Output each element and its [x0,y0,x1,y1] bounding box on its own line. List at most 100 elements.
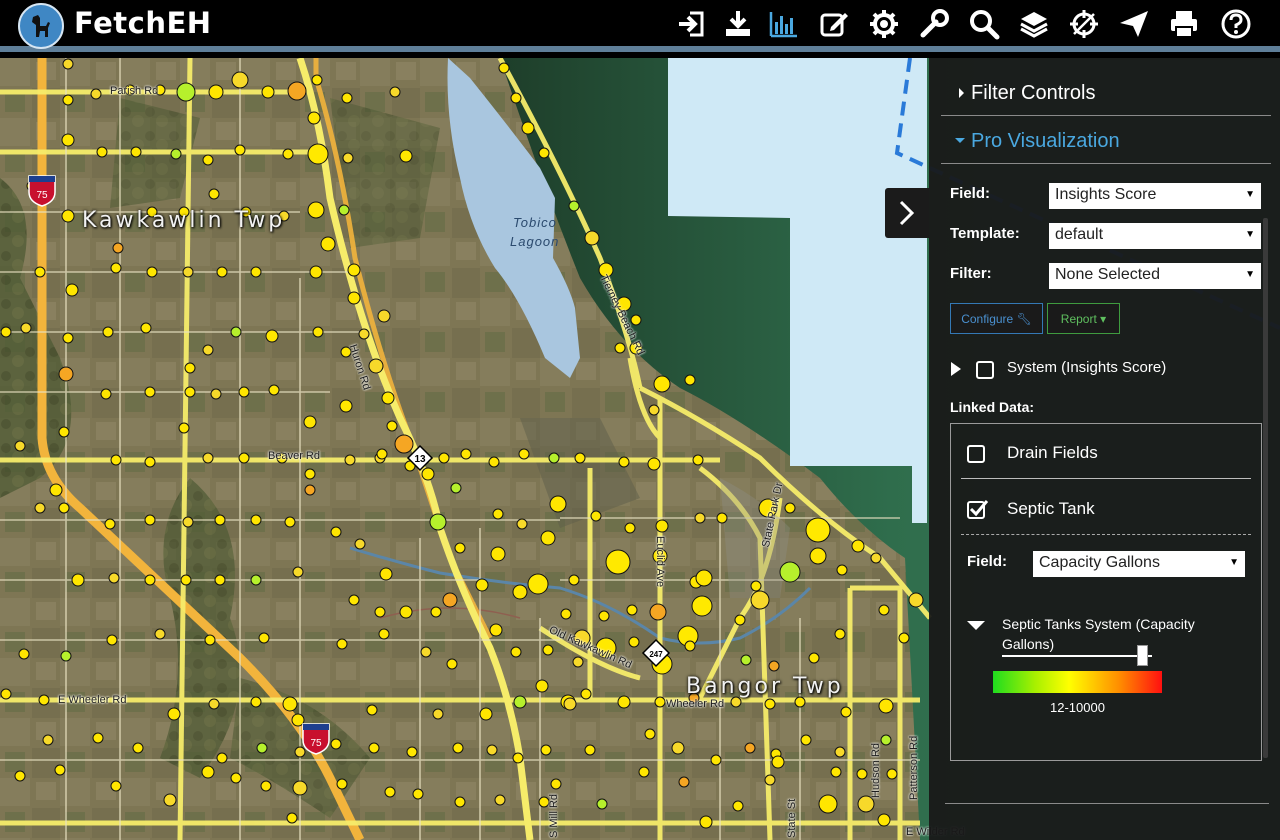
septic-tank-marker[interactable] [691,595,713,617]
septic-tank-marker[interactable] [857,795,875,813]
septic-tank-marker[interactable] [655,519,669,533]
linked-field-select[interactable]: Capacity Gallons ▼ [1033,551,1245,577]
septic-tank-marker[interactable] [549,495,567,513]
septic-tank-marker[interactable] [678,776,690,788]
septic-tank-marker[interactable] [374,606,386,618]
septic-tank-marker[interactable] [563,697,577,711]
septic-tank-marker[interactable] [202,154,214,166]
septic-tank-marker[interactable] [548,452,560,464]
septic-tank-marker[interactable] [182,516,194,528]
septic-tank-marker[interactable] [432,708,444,720]
septic-tank-marker[interactable] [454,542,466,554]
septic-tank-marker[interactable] [210,388,222,400]
septic-tank-marker[interactable] [292,566,304,578]
septic-tank-marker[interactable] [61,133,75,147]
septic-tank-marker[interactable] [62,94,74,106]
septic-tank-marker[interactable] [878,698,894,714]
opacity-slider-track[interactable] [1002,655,1152,657]
septic-tank-marker[interactable] [653,375,671,393]
septic-tank-marker[interactable] [250,696,262,708]
septic-tank-marker[interactable] [208,84,224,100]
gear-icon[interactable] [868,8,902,40]
septic-tank-marker[interactable] [250,574,262,586]
septic-tank-marker[interactable] [34,266,46,278]
septic-tank-marker[interactable] [347,291,361,305]
septic-tank-marker[interactable] [338,204,350,216]
septic-tank-marker[interactable] [204,634,216,646]
septic-tank-marker[interactable] [856,768,868,780]
septic-tank-marker[interactable] [648,404,660,416]
septic-tank-marker[interactable] [512,752,524,764]
septic-tank-marker[interactable] [58,502,70,514]
septic-tank-marker[interactable] [184,362,196,374]
septic-tank-marker[interactable] [347,263,361,277]
filter-controls-header[interactable]: Filter Controls [941,70,1271,116]
septic-tank-marker[interactable] [234,144,246,156]
septic-tank-marker[interactable] [284,516,296,528]
crosshair-icon[interactable] [1068,8,1102,40]
septic-tank-marker[interactable] [510,92,522,104]
septic-tank-marker[interactable] [377,309,391,323]
septic-tank-marker[interactable] [540,530,556,546]
septic-tank-marker[interactable] [250,514,262,526]
septic-tank-marker[interactable] [406,746,418,758]
septic-tank-marker[interactable] [216,266,228,278]
septic-tank-marker[interactable] [62,332,74,344]
septic-tank-marker[interactable] [140,322,152,334]
septic-tank-marker[interactable] [265,329,279,343]
septic-tank-marker[interactable] [339,399,353,413]
report-button[interactable]: Report ▾ [1047,303,1120,334]
septic-tank-marker[interactable] [654,696,666,708]
septic-tank-marker[interactable] [336,778,348,790]
septic-tank-marker[interactable] [304,484,316,496]
septic-tank-marker[interactable] [144,514,156,526]
septic-tank-marker[interactable] [840,706,852,718]
septic-tank-marker[interactable] [521,121,535,135]
field-select[interactable]: Insights Score ▼ [1049,183,1261,209]
septic-tank-marker[interactable] [0,326,12,338]
septic-tank-marker[interactable] [617,695,631,709]
septic-tank-marker[interactable] [516,518,528,530]
septic-tank-marker[interactable] [90,88,102,100]
septic-tank-marker[interactable] [132,742,144,754]
septic-tank-marker[interactable] [18,648,30,660]
septic-tank-marker[interactable] [695,569,713,587]
septic-tank-marker[interactable] [110,262,122,274]
septic-tank-marker[interactable] [486,744,498,756]
septic-tank-marker[interactable] [202,452,214,464]
septic-tank-marker[interactable] [699,815,713,829]
help-icon[interactable] [1220,8,1254,40]
septic-tank-marker[interactable] [110,454,122,466]
septic-tank-marker[interactable] [112,242,124,254]
septic-tank-marker[interactable] [49,483,63,497]
septic-tank-marker[interactable] [104,518,116,530]
septic-tank-marker[interactable] [42,734,54,746]
septic-tank-marker[interactable] [624,522,636,534]
septic-tank-marker[interactable] [303,415,317,429]
configure-button[interactable]: Configure 🔧︎ [950,303,1043,334]
septic-tank-marker[interactable] [671,741,685,755]
septic-tank-marker[interactable] [768,660,780,672]
septic-tank-marker[interactable] [384,786,396,798]
septic-tank-marker[interactable] [100,388,112,400]
septic-tank-marker[interactable] [238,452,250,464]
septic-tank-marker[interactable] [65,283,79,297]
septic-tank-marker[interactable] [307,111,321,125]
septic-tank-marker[interactable] [376,448,388,460]
septic-tank-marker[interactable] [429,513,447,531]
septic-tank-marker[interactable] [572,656,584,668]
septic-tank-marker[interactable] [420,646,432,658]
septic-tank-marker[interactable] [287,81,307,101]
septic-tank-marker[interactable] [574,452,586,464]
login-icon[interactable] [676,8,710,40]
septic-tank-marker[interactable] [540,744,552,756]
septic-tank-marker[interactable] [488,456,500,468]
septic-tank-marker[interactable] [614,342,626,354]
drain-fields-checkbox[interactable] [967,445,985,463]
septic-tank-marker[interactable] [834,746,846,758]
septic-tank-marker[interactable] [307,201,325,219]
septic-tank-marker[interactable] [342,152,354,164]
download-icon[interactable] [722,8,756,40]
septic-tank-marker[interactable] [366,704,378,716]
septic-tank-marker[interactable] [106,634,118,646]
